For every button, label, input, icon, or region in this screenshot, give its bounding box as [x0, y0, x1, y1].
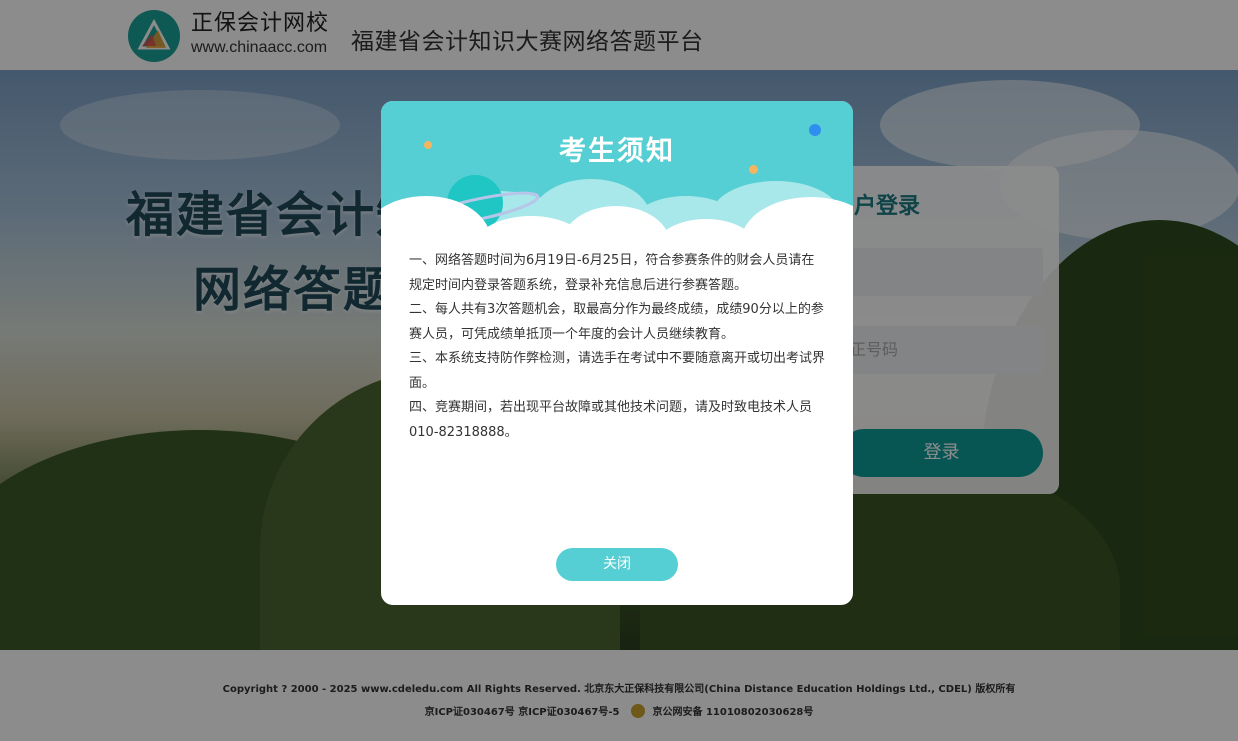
notice-item: 二、每人共有3次答题机会，取最高分作为最终成绩，成绩90分以上的参赛人员，可凭成… [409, 302, 824, 342]
close-button[interactable]: 关闭 [556, 548, 678, 581]
notice-item: 三、本系统支持防作弊检测，请选手在考试中不要随意离开或切出考试界面。 [409, 351, 826, 391]
notice-item: 四、竞赛期间，若出现平台故障或其他技术问题，请及时致电技术人员010-82318… [409, 400, 813, 440]
dialog-title: 考生须知 [559, 136, 675, 167]
page: 正保会计网校 www.chinaacc.com 福建省会计知识大赛网络答题平台 … [0, 0, 1238, 741]
notice-item: 一、网络答题时间为6月19日-6月25日，符合参赛条件的财会人员请在规定时间内登… [409, 253, 815, 293]
dialog-content: 一、网络答题时间为6月19日-6月25日，符合参赛条件的财会人员请在规定时间内登… [409, 249, 825, 445]
notice-dialog: 考生须知 一、网络答题时间为6月19日-6月25日，符合参赛条件的财会人员请在规… [381, 101, 853, 605]
